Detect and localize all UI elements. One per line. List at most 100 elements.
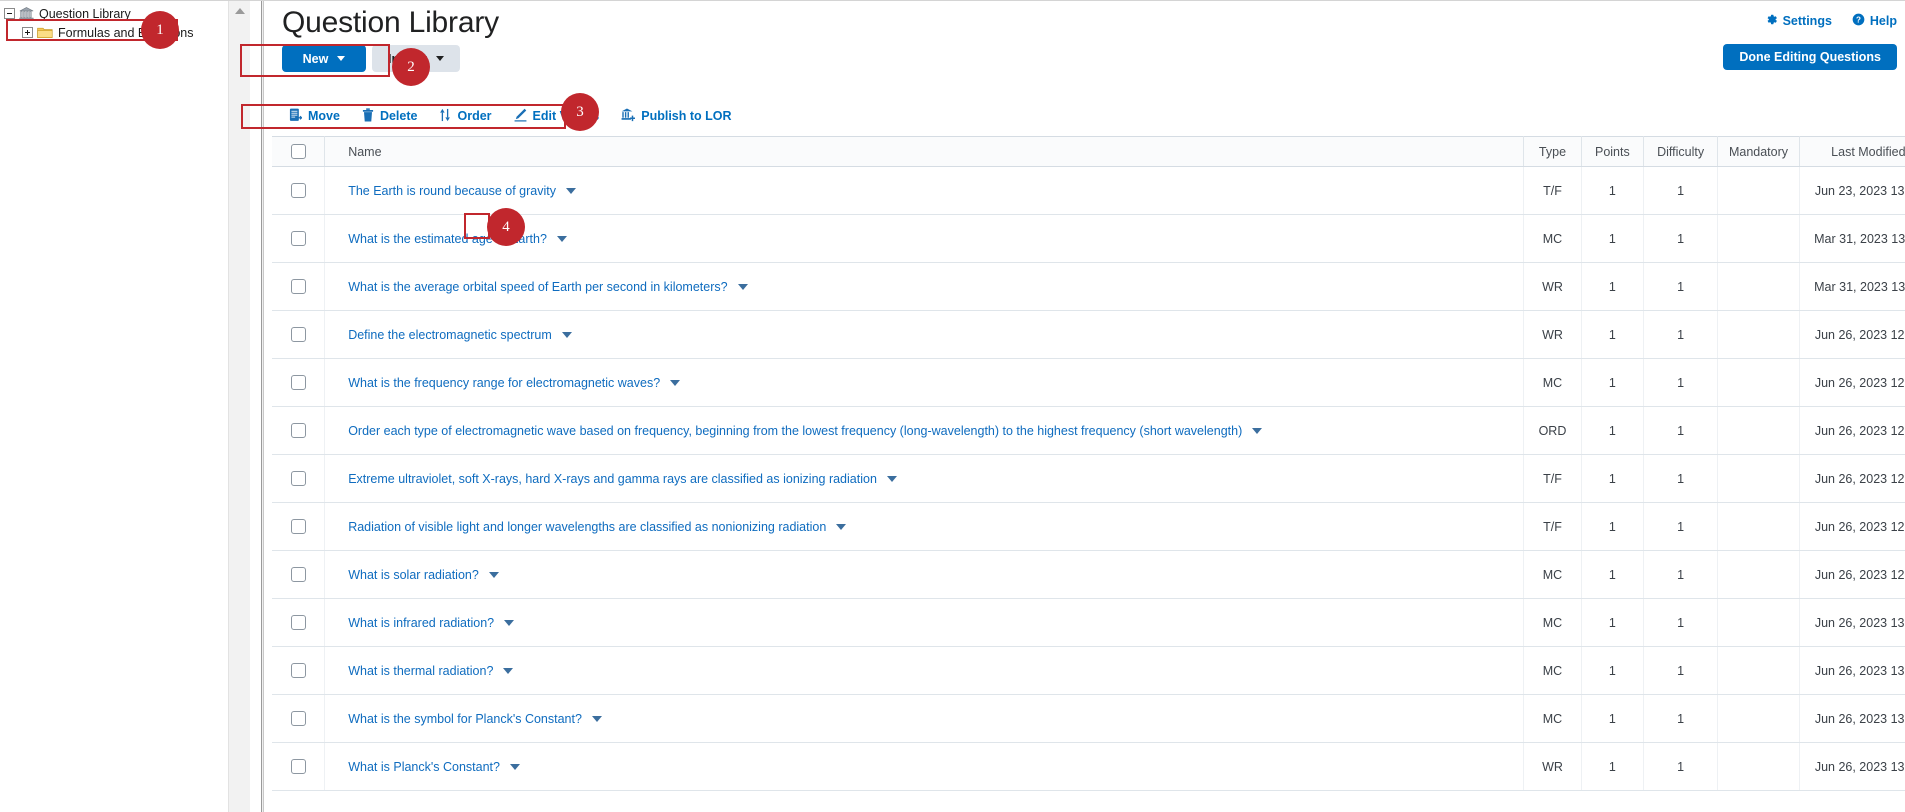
row-checkbox[interactable] — [290, 231, 306, 247]
question-name-link[interactable]: What is infrared radiation? — [348, 616, 494, 630]
question-mandatory-cell — [1717, 454, 1800, 503]
question-mandatory-cell — [1717, 310, 1800, 359]
question-difficulty-cell: 1 — [1643, 262, 1719, 311]
chevron-down-icon[interactable] — [504, 619, 515, 626]
question-name-link[interactable]: What is the average orbital speed of Ear… — [348, 280, 727, 294]
chevron-down-icon[interactable] — [509, 763, 520, 770]
question-name-link[interactable]: What is the frequency range for electrom… — [348, 376, 660, 390]
column-header-last-modified[interactable]: Last Modified — [1799, 136, 1905, 167]
question-last-modified-cell: Jun 26, 2023 13:01 — [1799, 646, 1905, 695]
chevron-down-icon[interactable] — [737, 283, 748, 290]
pane-divider[interactable] — [261, 0, 264, 812]
annotation-badge-1: 1 — [141, 11, 179, 49]
select-all-header — [272, 136, 326, 167]
row-checkbox[interactable] — [290, 615, 306, 631]
question-mandatory-cell — [1717, 694, 1800, 743]
question-mandatory-cell — [1717, 598, 1800, 647]
question-name-link[interactable]: What is Planck's Constant? — [348, 760, 500, 774]
done-editing-questions-button[interactable]: Done Editing Questions — [1723, 44, 1897, 70]
column-header-difficulty[interactable]: Difficulty — [1643, 136, 1719, 167]
page-title: Question Library — [282, 6, 499, 39]
publish-to-lor-action[interactable]: Publish to LOR — [621, 108, 732, 125]
sort-arrows-icon — [439, 108, 451, 125]
question-name-cell: Extreme ultraviolet, soft X-rays, hard X… — [324, 454, 1525, 503]
chevron-down-icon[interactable] — [670, 379, 681, 386]
row-checkbox[interactable] — [290, 327, 306, 343]
pencil-icon — [514, 108, 527, 125]
settings-link[interactable]: Settings — [1765, 13, 1832, 29]
question-name-cell: What is the average orbital speed of Ear… — [324, 262, 1525, 311]
expander-expanded-icon[interactable] — [4, 8, 15, 19]
help-link[interactable]: ? Help — [1852, 13, 1897, 29]
tree-pane-scrollbar[interactable] — [228, 0, 250, 812]
question-name-link[interactable]: Order each type of electromagnetic wave … — [348, 424, 1242, 438]
order-action[interactable]: Order — [439, 108, 492, 125]
row-checkbox[interactable] — [290, 471, 306, 487]
question-points-cell: 1 — [1581, 166, 1645, 215]
move-document-icon — [289, 108, 303, 125]
question-type-cell: MC — [1523, 646, 1582, 695]
question-points-cell: 1 — [1581, 550, 1645, 599]
chevron-down-icon[interactable] — [556, 235, 567, 242]
row-checkbox[interactable] — [290, 519, 306, 535]
question-points-cell: 1 — [1581, 310, 1645, 359]
question-points-cell: 1 — [1581, 358, 1645, 407]
question-points-cell: 1 — [1581, 598, 1645, 647]
row-checkbox[interactable] — [290, 183, 306, 199]
table-row: Extreme ultraviolet, soft X-rays, hard X… — [272, 454, 1905, 503]
chevron-down-icon[interactable] — [1252, 427, 1263, 434]
question-name-link[interactable]: Define the electromagnetic spectrum — [348, 328, 552, 342]
row-checkbox[interactable] — [290, 711, 306, 727]
chevron-down-icon — [337, 56, 346, 61]
column-header-type[interactable]: Type — [1523, 136, 1582, 167]
chevron-down-icon[interactable] — [488, 571, 499, 578]
table-row: What is the average orbital speed of Ear… — [272, 262, 1905, 311]
question-mandatory-cell — [1717, 358, 1800, 407]
question-type-cell: MC — [1523, 598, 1582, 647]
question-points-cell: 1 — [1581, 502, 1645, 551]
help-label: Help — [1869, 14, 1897, 28]
question-last-modified-cell: Jun 26, 2023 13:02 — [1799, 694, 1905, 743]
chevron-down-icon[interactable] — [503, 667, 514, 674]
row-select-cell — [272, 406, 326, 455]
row-select-cell — [272, 694, 326, 743]
row-checkbox[interactable] — [290, 279, 306, 295]
chevron-down-icon[interactable] — [565, 187, 576, 194]
question-difficulty-cell: 1 — [1643, 550, 1719, 599]
question-type-cell: WR — [1523, 262, 1582, 311]
question-name-link[interactable]: The Earth is round because of gravity — [348, 184, 556, 198]
chevron-down-icon[interactable] — [836, 523, 847, 530]
question-difficulty-cell: 1 — [1643, 742, 1719, 791]
question-mandatory-cell — [1717, 166, 1800, 215]
delete-action[interactable]: Delete — [362, 107, 417, 125]
row-checkbox[interactable] — [290, 423, 306, 439]
question-name-cell: What is infrared radiation? — [324, 598, 1525, 647]
move-action[interactable]: Move — [289, 108, 340, 125]
question-points-cell: 1 — [1581, 262, 1645, 311]
column-header-points[interactable]: Points — [1581, 136, 1645, 167]
chevron-down-icon[interactable] — [886, 475, 897, 482]
publish-bank-icon — [621, 108, 636, 125]
column-header-mandatory[interactable]: Mandatory — [1717, 136, 1800, 167]
question-last-modified-cell: Jun 26, 2023 13:02 — [1799, 742, 1905, 791]
help-circle-icon: ? — [1852, 13, 1865, 29]
column-header-name[interactable]: Name — [324, 136, 1525, 167]
expander-collapsed-icon[interactable] — [22, 27, 33, 38]
chevron-down-icon[interactable] — [561, 331, 572, 338]
question-name-link[interactable]: Extreme ultraviolet, soft X-rays, hard X… — [348, 472, 877, 486]
question-name-link[interactable]: What is thermal radiation? — [348, 664, 493, 678]
row-checkbox[interactable] — [290, 759, 306, 775]
scroll-up-arrow-icon[interactable] — [234, 8, 245, 14]
new-button[interactable]: New — [282, 45, 366, 72]
chevron-down-icon[interactable] — [591, 715, 602, 722]
row-checkbox[interactable] — [290, 375, 306, 391]
question-difficulty-cell: 1 — [1643, 166, 1719, 215]
question-name-link[interactable]: Radiation of visible light and longer wa… — [348, 520, 826, 534]
row-checkbox[interactable] — [290, 567, 306, 583]
select-all-checkbox[interactable] — [290, 144, 306, 160]
question-name-link[interactable]: What is solar radiation? — [348, 568, 479, 582]
row-checkbox[interactable] — [290, 663, 306, 679]
question-name-link[interactable]: What is the symbol for Planck's Constant… — [348, 712, 582, 726]
question-type-cell: MC — [1523, 694, 1582, 743]
annotation-badge-3: 3 — [561, 93, 599, 131]
